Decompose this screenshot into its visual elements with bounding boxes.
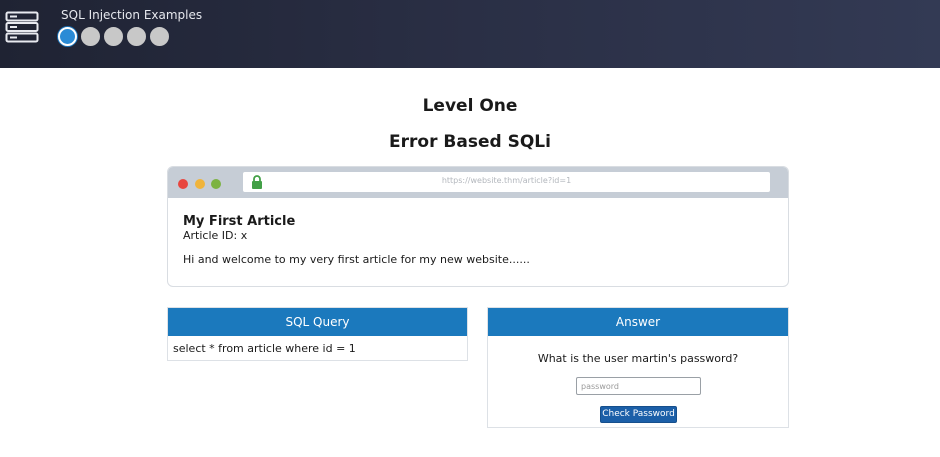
step-1[interactable] (58, 27, 77, 46)
answer-panel: Answer What is the user martin's passwor… (487, 307, 789, 428)
article-body: Hi and welcome to my very first article … (183, 253, 530, 266)
level-title: Level One (422, 96, 518, 116)
password-input[interactable] (576, 377, 701, 395)
sql-query-text: select * from article where id = 1 (173, 342, 356, 355)
step-indicator (58, 27, 169, 46)
article-id: Article ID: x (183, 229, 248, 242)
sql-query-panel: SQL Query select * from article where id… (167, 307, 468, 361)
step-5[interactable] (150, 27, 169, 46)
browser-mockup: https://website.thm/article?id=1 My Firs… (167, 166, 789, 287)
check-password-button[interactable]: Check Password (600, 406, 677, 423)
server-icon (5, 11, 39, 43)
url-text: https://website.thm/article?id=1 (441, 176, 572, 185)
app-title: SQL Injection Examples (61, 8, 203, 22)
article-title: My First Article (183, 214, 296, 229)
level-subtitle: Error Based SQLi (389, 132, 551, 152)
article: My First Article Article ID: x Hi and we… (168, 198, 788, 281)
step-2[interactable] (81, 27, 100, 46)
top-bar: SQL Injection Examples (0, 0, 940, 68)
maximize-dot-icon (211, 179, 221, 189)
question-text: What is the user martin's password? (537, 352, 739, 365)
answer-header: Answer (488, 308, 788, 336)
step-3[interactable] (104, 27, 123, 46)
browser-toolbar: https://website.thm/article?id=1 (168, 167, 788, 198)
minimize-dot-icon (195, 179, 205, 189)
sql-query-header: SQL Query (168, 308, 467, 336)
step-4[interactable] (127, 27, 146, 46)
address-bar: https://website.thm/article?id=1 (243, 172, 770, 192)
close-dot-icon (178, 179, 188, 189)
